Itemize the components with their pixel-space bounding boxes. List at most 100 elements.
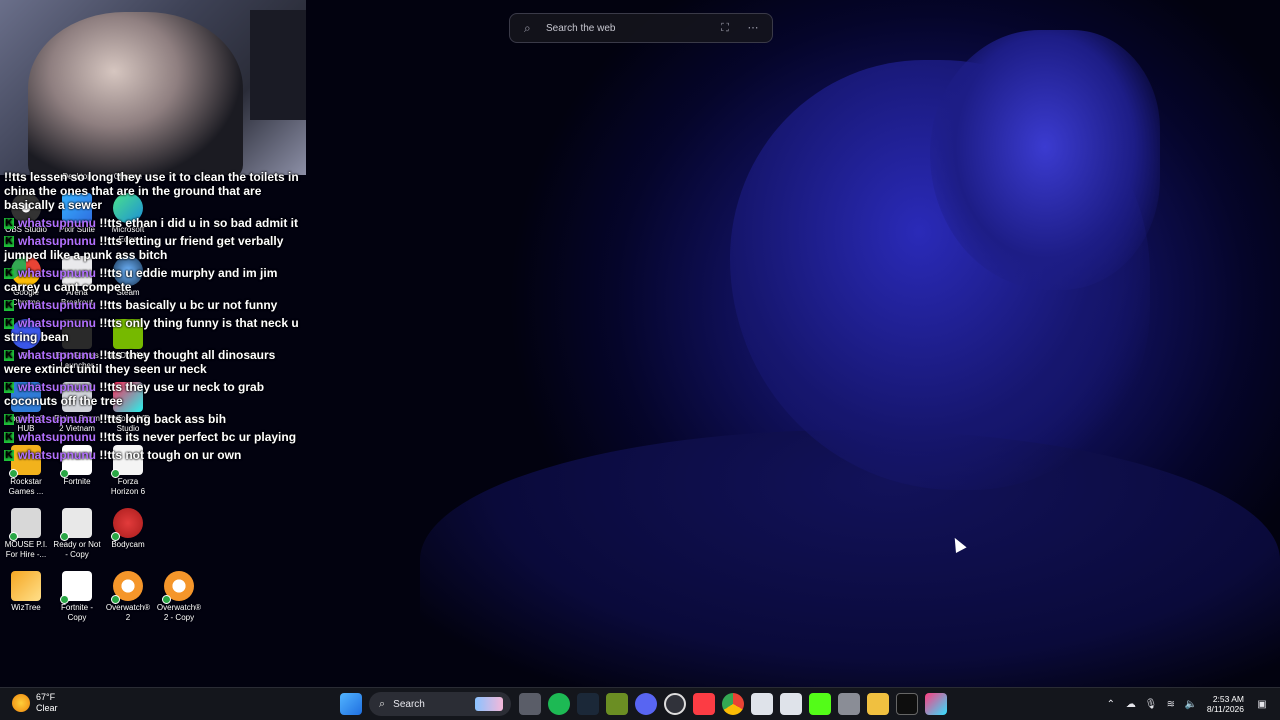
clock-time: 2:53 AM	[1212, 694, 1244, 704]
chat-message: Kwhatsupnunu !!tts they thought all dino…	[4, 348, 299, 376]
file-explorer-icon[interactable]	[866, 693, 889, 715]
mouse-cursor-icon	[949, 535, 967, 553]
bodycam-icon	[111, 508, 143, 541]
desktop-icon-label: Bodycam	[111, 540, 145, 549]
window-app-icon[interactable]	[750, 693, 773, 715]
mouse-pi-icon	[9, 508, 41, 541]
stream-chat-overlay: !!tts lessen so long they use it to clea…	[4, 170, 299, 466]
desktop-icon[interactable]: Overwatch® 2	[103, 571, 153, 623]
chat-message: Kwhatsupnunu !!tts letting ur friend get…	[4, 234, 299, 262]
overwatch-copy-icon	[162, 571, 194, 604]
chat-text: !!tts ethan i did u in so bad admit it	[99, 216, 299, 230]
kick-badge-icon: K	[4, 382, 14, 394]
search-widget-placeholder[interactable]: Search the web	[546, 23, 716, 34]
chevron-up-icon[interactable]: ⌃	[1104, 699, 1118, 710]
chat-text: !!tts basically u bc ur not funny	[99, 298, 278, 312]
webcam-overlay	[0, 0, 306, 175]
desktop-icon-label: MOUSE P.I. For Hire -...	[4, 540, 48, 559]
desktop-icon-label: Forza Horizon 6	[110, 477, 146, 496]
clock-date: 8/11/2026	[1206, 704, 1244, 714]
chat-username: whatsupnunu	[18, 234, 96, 248]
search-highlight-icon	[475, 697, 503, 711]
weather-condition: Clear	[36, 703, 58, 713]
visual-search-icon[interactable]: ⛶	[716, 19, 734, 37]
chat-text: !!tts lessen so long they use it to clea…	[4, 170, 299, 212]
spotify-icon[interactable]	[547, 693, 570, 715]
kick-badge-icon: K	[4, 450, 14, 462]
system-tray: ⌃ ☁ 🎙 ≋ 🔈 2:53 AM 8/11/2026 ▣	[1101, 688, 1272, 720]
notification-icon[interactable]: ▣	[1255, 699, 1269, 710]
desktop-icon[interactable]: Overwatch® 2 - Copy	[154, 571, 204, 623]
chat-username: whatsupnunu	[18, 266, 96, 280]
weather-moon-icon	[12, 694, 30, 712]
desktop-icon[interactable]: Ready or Not - Copy	[52, 508, 102, 560]
task-view-icon[interactable]	[518, 693, 541, 715]
chat-username: whatsupnunu	[18, 380, 96, 394]
volume-icon[interactable]: 🔈	[1184, 699, 1198, 710]
chat-message: Kwhatsupnunu !!tts not tough on ur own	[4, 448, 299, 462]
desktop-icon-label: WizTree	[11, 603, 41, 612]
steam-taskbar-icon[interactable]	[576, 693, 599, 715]
desktop-icon-label: Overwatch® 2	[105, 603, 151, 622]
chat-username: whatsupnunu	[18, 430, 96, 444]
kick-badge-icon: K	[4, 414, 14, 426]
chat-message: Kwhatsupnunu !!tts only thing funny is t…	[4, 316, 299, 344]
taskbar: 67°F Clear ⌕ Search ⌃ ☁ 🎙 ≋ 🔈 2:53 AM 8/…	[0, 687, 1280, 720]
chat-username: whatsupnunu	[18, 412, 96, 426]
kick-badge-icon: K	[4, 300, 14, 312]
chat-message: Kwhatsupnunu !!tts basically u bc ur not…	[4, 298, 299, 312]
window-app-2-icon[interactable]	[779, 693, 802, 715]
taskbar-search-label: Search	[393, 698, 425, 710]
chat-message: Kwhatsupnunu !!tts long back ass bih	[4, 412, 299, 426]
weather-widget[interactable]: 67°F Clear	[12, 692, 58, 714]
start-windows-icon[interactable]	[339, 693, 362, 715]
kick-badge-icon: K	[4, 236, 14, 248]
desktop-icon[interactable]: Bodycam	[103, 508, 153, 550]
taskbar-apps: ⌕ Search	[336, 688, 950, 720]
apple-music-icon[interactable]	[692, 693, 715, 715]
search-icon: ⌕	[379, 697, 386, 710]
kick-badge-icon: K	[4, 350, 14, 362]
desktop-icon-label: Fortnite - Copy	[60, 603, 93, 622]
chat-text: !!tts long back ass bih	[99, 412, 227, 426]
search-icon: ⌕	[524, 20, 531, 35]
kick-badge-icon: K	[4, 318, 14, 330]
discord-icon[interactable]	[634, 693, 657, 715]
wifi-icon[interactable]: ≋	[1164, 699, 1178, 710]
taskbar-search[interactable]: ⌕ Search	[369, 692, 511, 716]
chat-username: whatsupnunu	[18, 316, 96, 330]
desktop-icon[interactable]: MOUSE P.I. For Hire -...	[1, 508, 51, 560]
chat-message: !!tts lessen so long they use it to clea…	[4, 170, 299, 212]
chat-text: !!tts not tough on ur own	[99, 448, 242, 462]
desktop-icon[interactable]: WizTree	[1, 571, 51, 613]
chat-username: whatsupnunu	[18, 216, 96, 230]
app-generic-icon[interactable]	[837, 693, 860, 715]
web-search-widget[interactable]: ⌕ Search the web ⛶ ⋯	[509, 13, 773, 43]
desktop-icon-label: Rockstar Games ...	[8, 477, 44, 496]
desktop-icon-label: Fortnite	[63, 477, 91, 486]
chat-message: Kwhatsupnunu !!tts they use ur neck to g…	[4, 380, 299, 408]
capcut-icon[interactable]	[924, 693, 947, 715]
ready-or-not-icon	[60, 508, 92, 541]
chat-username: whatsupnunu	[18, 448, 96, 462]
chat-username: whatsupnunu	[18, 298, 96, 312]
onedrive-icon[interactable]: ☁	[1124, 699, 1138, 710]
forza-taskbar-icon[interactable]	[895, 693, 918, 715]
minecraft-icon[interactable]	[605, 693, 628, 715]
clock[interactable]: 2:53 AM 8/11/2026	[1207, 694, 1244, 714]
desktop-icon-label: Overwatch® 2 - Copy	[156, 603, 202, 622]
chat-text: !!tts its never perfect bc ur playing	[99, 430, 297, 444]
chat-username: whatsupnunu	[18, 348, 96, 362]
desktop-icon-label: Ready or Not - Copy	[53, 540, 101, 559]
desktop-icon[interactable]: Fortnite - Copy	[52, 571, 102, 623]
microphone-icon[interactable]: 🎙	[1144, 699, 1158, 710]
chat-message: Kwhatsupnunu !!tts ethan i did u in so b…	[4, 216, 299, 230]
obs-taskbar-icon[interactable]	[663, 693, 686, 715]
fortnite-copy-icon	[60, 571, 92, 604]
kick-icon[interactable]	[808, 693, 831, 715]
wiztree-icon	[11, 571, 41, 601]
kick-badge-icon: K	[4, 218, 14, 230]
chat-message: Kwhatsupnunu !!tts u eddie murphy and im…	[4, 266, 299, 294]
chrome-taskbar-icon[interactable]	[721, 693, 744, 715]
more-options-icon[interactable]: ⋯	[744, 19, 762, 37]
